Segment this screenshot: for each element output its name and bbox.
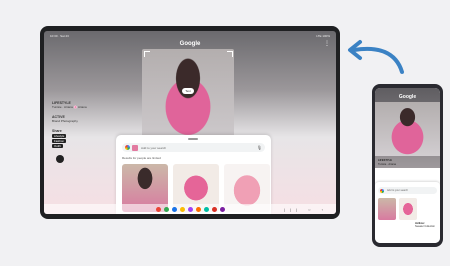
taskbar-app-icon[interactable] [171, 206, 177, 212]
taskbar-app-icon[interactable] [219, 206, 225, 212]
phone-result-caption: Hollister Sweater Collection [415, 222, 435, 228]
more-options-icon[interactable]: ⋮ [324, 41, 330, 47]
phone-lens-photo[interactable] [375, 102, 440, 156]
phone-brand-info: LIFESTYLE Tunisie · Ariana [378, 159, 396, 166]
phone-screen: Google LIFESTYLE Tunisie · Ariana Add to… [375, 88, 440, 243]
tablet-device: 10:30 · Sat 23 LTE 100% Google ⋮ Text LI… [40, 26, 340, 219]
google-g-icon [125, 145, 130, 150]
google-logo: Google [179, 41, 201, 47]
tablet-status-bar: 10:30 · Sat 23 LTE 100% [50, 34, 330, 40]
result-card[interactable] [378, 198, 396, 220]
caption-subtitle: Sweater Collection [415, 225, 435, 228]
brand-subtitle: Tunisie · Ariana 🌸 Ariana [52, 105, 87, 109]
results-notice: Results for people are limited [122, 156, 161, 160]
phone-device: Google LIFESTYLE Tunisie · Ariana Add to… [372, 84, 443, 247]
crop-corner-icon[interactable] [227, 51, 233, 57]
phone-results-sheet: Add to your search Hollister Sweater Col… [375, 182, 440, 243]
phone-brand-subtitle: Tunisie · Ariana [378, 162, 396, 166]
phone-results-grid [378, 198, 417, 220]
active-info: ACTIVE Brand Photography [52, 115, 78, 123]
taskbar-app-icon[interactable] [187, 206, 193, 212]
tablet-screen: 10:30 · Sat 23 LTE 100% Google ⋮ Text LI… [44, 31, 336, 214]
text-mode-chip[interactable]: Text [182, 88, 194, 94]
phone-search-input[interactable]: Add to your search [387, 189, 408, 192]
status-time: 10:30 · Sat 23 [50, 34, 69, 38]
crop-corner-icon[interactable] [144, 51, 150, 57]
result-card[interactable] [399, 198, 417, 220]
floating-button[interactable] [56, 155, 64, 163]
taskbar-app-icon[interactable] [155, 206, 161, 212]
mic-icon[interactable]: 🎙 [257, 145, 262, 150]
phone-search-bar[interactable]: Add to your search [378, 187, 437, 194]
sheet-drag-handle[interactable] [188, 138, 198, 140]
arrow-icon [348, 40, 404, 74]
query-thumbnail[interactable] [132, 144, 138, 151]
results-sheet: Add to your search 🎙 Results for people … [116, 135, 271, 214]
taskbar-app-icon[interactable] [179, 206, 185, 212]
lens-search-bar[interactable]: Add to your search 🎙 [122, 143, 265, 152]
google-g-icon [380, 188, 384, 193]
taskbar-app-icon[interactable] [195, 206, 201, 212]
taskbar-app-icon[interactable] [211, 206, 217, 212]
taskbar-app-icon[interactable] [203, 206, 209, 212]
brand-info: LIFESTYLE Tunisie · Ariana 🌸 Ariana [52, 101, 87, 109]
phone-google-logo: Google [398, 94, 417, 100]
nav-buttons[interactable]: ||| ○ ‹ [284, 207, 328, 212]
search-input[interactable]: Add to your search [141, 146, 257, 150]
taskbar-app-icon[interactable] [163, 206, 169, 212]
active-subtitle: Brand Photography [52, 119, 78, 123]
share-info: Share Lifestyle Fashion Outfit [52, 129, 67, 148]
tag-chip[interactable]: Outfit [52, 144, 63, 148]
status-indicators: LTE 100% [316, 34, 330, 38]
